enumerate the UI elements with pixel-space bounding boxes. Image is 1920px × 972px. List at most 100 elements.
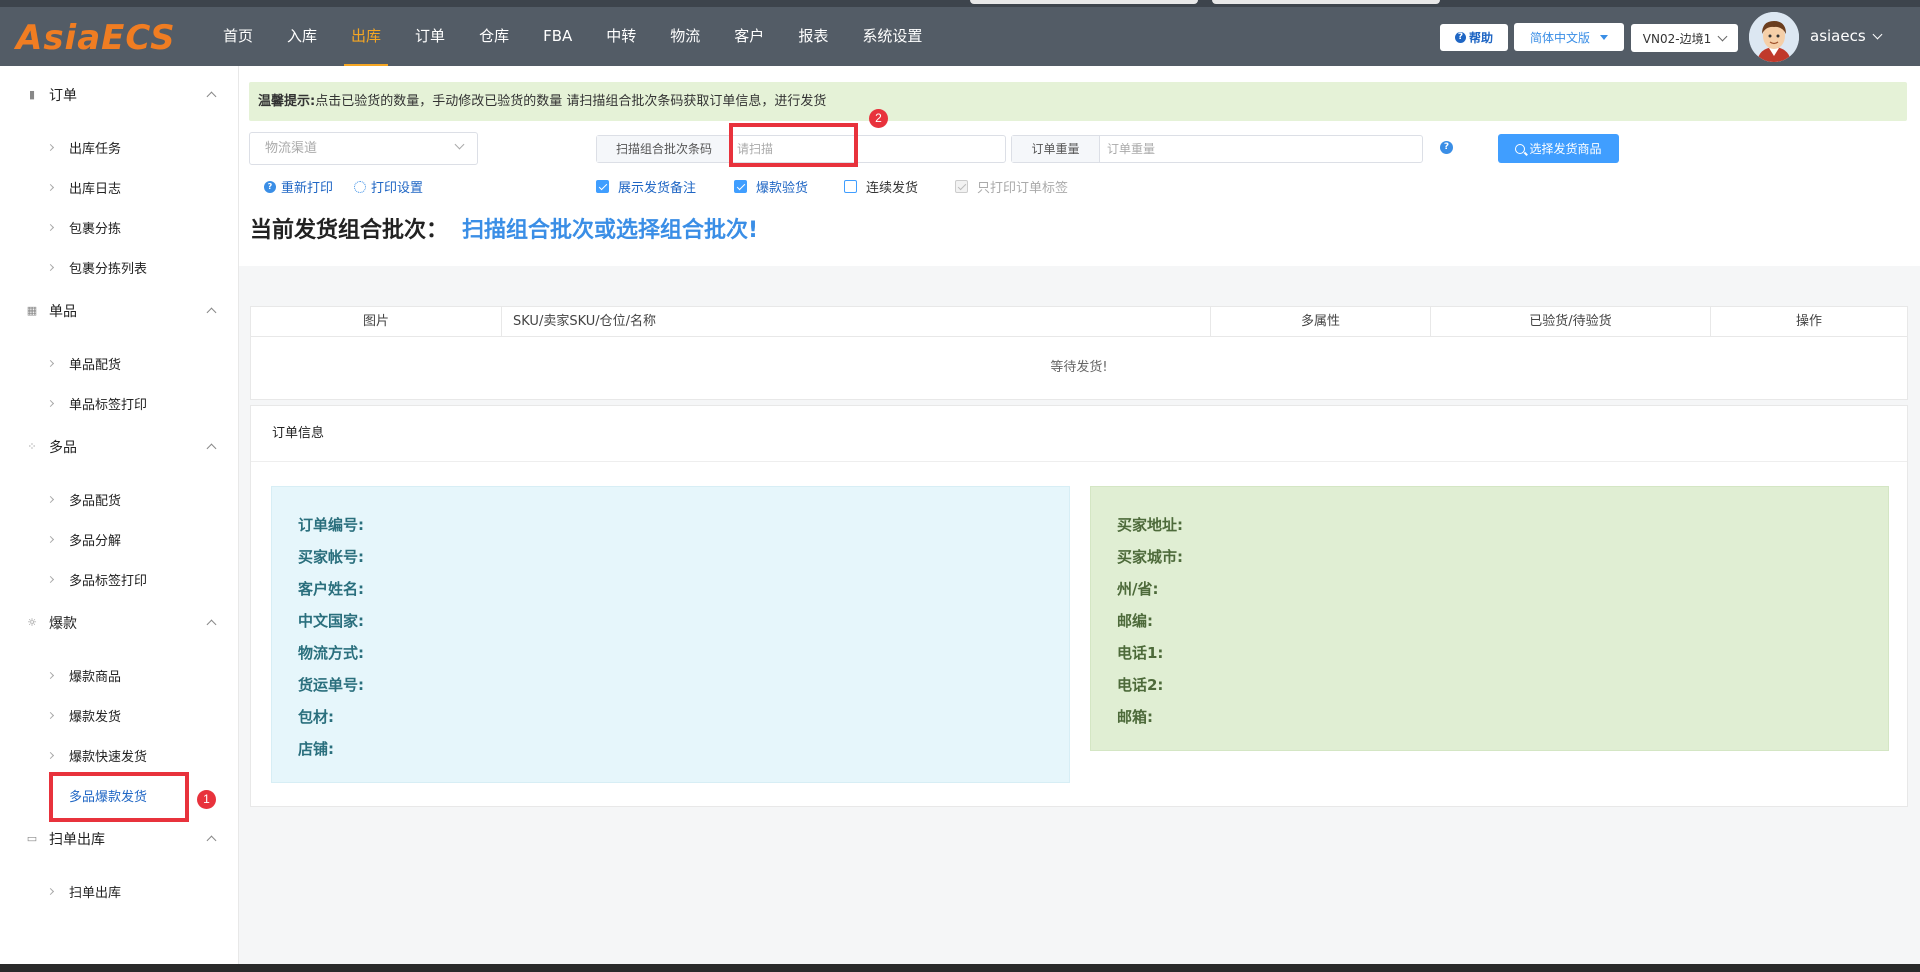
order-weight-input[interactable]	[1107, 138, 1407, 160]
nav-item-settings[interactable]: 系统设置	[845, 7, 939, 66]
field-buyer-city: 买家城市:	[1117, 548, 1183, 566]
section-title: 订单	[49, 88, 77, 104]
nav-item-outbound[interactable]: 出库	[334, 7, 398, 66]
chevron-down-icon	[1717, 31, 1728, 41]
sidebar-item-hot-fast-shipping[interactable]: 爆款快速发货	[0, 735, 239, 775]
logistics-channel-select[interactable]: 物流渠道	[249, 132, 478, 165]
field-zip: 邮编:	[1117, 612, 1153, 630]
field-store: 店铺:	[298, 740, 334, 758]
sidebar-item-label: 扫单出库	[69, 885, 122, 901]
chevron-right-icon	[46, 143, 55, 151]
checkbox-box	[596, 180, 609, 193]
nav-item-home[interactable]: 首页	[206, 7, 270, 66]
checkbox-box	[734, 180, 747, 193]
sidebar-item-multi-label-print[interactable]: 多品标签打印	[0, 559, 239, 599]
current-batch-line: 当前发货组合批次： 扫描组合批次或选择组合批次!	[250, 212, 758, 244]
field-phone2: 电话2:	[1117, 676, 1164, 694]
user-menu[interactable]: asiaecs	[1810, 27, 1883, 45]
language-select[interactable]: 简体中文版	[1514, 23, 1624, 51]
sidebar-item-label: 多品标签打印	[69, 573, 148, 589]
chevron-right-icon	[46, 671, 55, 679]
tip-label: 温馨提示:	[258, 94, 316, 109]
sidebar-item-single-label-print[interactable]: 单品标签打印	[0, 383, 239, 423]
order-weight-addon: 订单重量	[1012, 136, 1100, 162]
tip-banner: 温馨提示:点击已验货的数量，手动修改已验货的数量 请扫描组合批次条码获取订单信息…	[249, 82, 1907, 121]
sidebar-section-hot[interactable]: ☼ 爆款	[0, 603, 239, 643]
chevron-right-icon	[46, 495, 55, 503]
current-batch-label: 当前发货组合批次：	[250, 218, 449, 243]
print-settings-link[interactable]: 打印设置	[354, 177, 423, 196]
order-info-panel: 订单信息 订单编号: 买家帐号: 客户姓名: 中文国家: 物流方式: 货运单号:…	[250, 405, 1908, 807]
annotation-box-1	[49, 772, 189, 822]
main-nav: 首页 入库 出库 订单 仓库 FBA 中转 物流 客户 报表 系统设置	[206, 7, 939, 66]
field-packaging: 包材:	[298, 708, 334, 726]
box-icon: ▭	[26, 832, 38, 845]
shipping-panel: 温馨提示:点击已验货的数量，手动修改已验货的数量 请扫描组合批次条码获取订单信息…	[239, 66, 1920, 266]
search-icon	[1515, 143, 1526, 154]
continuous-shipping-checkbox[interactable]: 连续发货	[844, 177, 918, 196]
nav-item-reports[interactable]: 报表	[781, 7, 845, 66]
chevron-down-icon	[454, 139, 465, 150]
section-title: 单品	[49, 304, 77, 320]
show-remark-checkbox[interactable]: 展示发货备注	[596, 177, 696, 196]
brand-logo[interactable]: AsiaECS	[16, 18, 176, 58]
sidebar-item-label: 包裹分拣	[69, 221, 122, 237]
field-state: 州/省:	[1117, 580, 1159, 598]
nav-item-customers[interactable]: 客户	[717, 7, 781, 66]
nav-item-inbound[interactable]: 入库	[270, 7, 334, 66]
sidebar-item-hot-shipping[interactable]: 爆款发货	[0, 695, 239, 735]
warehouse-select[interactable]: VN02-边境1	[1631, 24, 1738, 52]
sidebar-item-outbound-task[interactable]: 出库任务	[0, 127, 239, 167]
chevron-right-icon	[46, 535, 55, 543]
sidebar-item-multi-split[interactable]: 多品分解	[0, 519, 239, 559]
nav-item-logistics[interactable]: 物流	[653, 7, 717, 66]
browser-tab[interactable]	[970, 0, 1198, 4]
nav-item-fba[interactable]: FBA	[526, 7, 589, 66]
sidebar-item-hot-products[interactable]: 爆款商品	[0, 655, 239, 695]
nav-item-warehouse[interactable]: 仓库	[462, 7, 526, 66]
sidebar-item-single-picking[interactable]: 单品配货	[0, 343, 239, 383]
section-title: 多品	[49, 440, 77, 456]
main-content: 温馨提示:点击已验货的数量，手动修改已验货的数量 请扫描组合批次条码获取订单信息…	[239, 66, 1920, 964]
hot-inspection-checkbox[interactable]: 爆款验货	[734, 177, 808, 196]
nav-item-transit[interactable]: 中转	[589, 7, 653, 66]
chevron-down-icon	[1872, 29, 1883, 39]
sidebar-item-outbound-log[interactable]: 出库日志	[0, 167, 239, 207]
sidebar-item-parcel-sorting[interactable]: 包裹分拣	[0, 207, 239, 247]
chevron-right-icon	[46, 223, 55, 231]
chevron-right-icon	[46, 711, 55, 719]
sidebar-item-parcel-sorting-list[interactable]: 包裹分拣列表	[0, 247, 239, 287]
sidebar-item-label: 包裹分拣列表	[69, 261, 148, 277]
sidebar-item-scan-outbound[interactable]: 扫单出库	[0, 871, 239, 911]
nav-item-orders[interactable]: 订单	[398, 7, 462, 66]
tip-text: 点击已验货的数量，手动修改已验货的数量 请扫描组合批次条码获取订单信息，进行发货	[315, 94, 827, 109]
print-settings-label: 打印设置	[371, 181, 424, 196]
field-customer-name: 客户姓名:	[298, 580, 364, 598]
field-order-number: 订单编号:	[298, 516, 364, 534]
sidebar-section-single[interactable]: ▦ 单品	[0, 291, 239, 331]
chevron-right-icon	[46, 751, 55, 759]
question-icon: ?	[1454, 32, 1466, 43]
reprint-link[interactable]: ? 重新打印	[264, 177, 333, 196]
avatar[interactable]	[1749, 12, 1799, 62]
select-goods-button[interactable]: 选择发货商品	[1498, 134, 1619, 163]
gear-icon	[354, 180, 366, 193]
field-tracking-number: 货运单号:	[298, 676, 364, 694]
checkbox-label: 只打印订单标签	[977, 181, 1069, 196]
column-header-image: 图片	[251, 307, 502, 337]
chevron-up-icon	[206, 443, 217, 454]
sidebar-item-label: 出库日志	[69, 181, 122, 197]
help-button[interactable]: ? 帮助	[1440, 24, 1508, 51]
annotation-box-2	[729, 123, 858, 167]
sidebar-item-label: 爆款快速发货	[69, 749, 148, 765]
sidebar-section-scan-outbound[interactable]: ▭ 扫单出库	[0, 819, 239, 859]
sidebar-section-orders[interactable]: ▮ 订单	[0, 75, 239, 115]
table-header: 图片 SKU/卖家SKU/仓位/名称 多属性 已验货/待验货 操作	[251, 307, 1907, 337]
sidebar-item-multi-picking[interactable]: 多品配货	[0, 479, 239, 519]
select-goods-label: 选择发货商品	[1529, 142, 1602, 156]
help-question-icon[interactable]: ?	[1440, 141, 1453, 154]
browser-tab[interactable]	[1212, 0, 1440, 4]
language-label: 简体中文版	[1529, 30, 1590, 45]
chevron-up-icon	[206, 835, 217, 846]
sidebar-section-multi[interactable]: ⁘ 多品	[0, 427, 239, 467]
